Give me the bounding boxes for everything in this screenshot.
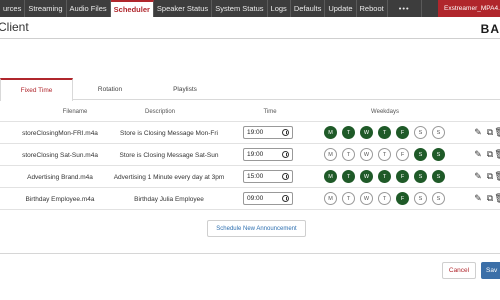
table-row: Advertising Brand.m4a Advertising 1 Minut… [0,165,500,187]
page-title: Client [0,20,29,34]
nav-update[interactable]: Update [325,0,357,17]
description-cell: Advertising 1 Minute every day at 3pm [113,173,225,181]
table-row: Birthday Employee.m4a Birthday Julia Empl… [0,187,500,209]
time-value: 19:00 [247,151,264,158]
weekday-toggle[interactable]: S [432,126,445,139]
weekday-toggle[interactable]: W [360,126,373,139]
nav-defaults[interactable]: Defaults [291,0,326,17]
column-header-weekdays: Weekdays [371,109,399,115]
description-cell: Birthday Julia Employee [134,195,204,203]
copy-icon[interactable]: ⧉ [486,171,494,182]
nav-sources[interactable]: urces [0,0,26,17]
time-input[interactable]: 19:00 [243,126,293,139]
nav-scheduler[interactable]: Scheduler [110,0,154,17]
weekday-toggle[interactable]: T [378,126,391,139]
tab-rotation[interactable]: Rotation [73,78,147,100]
weekday-toggle[interactable]: F [396,192,409,205]
weekday-toggle[interactable]: S [432,192,445,205]
weekday-toggle[interactable]: S [432,170,445,183]
weekday-toggle[interactable]: T [342,170,355,183]
table-bottom-divider [0,209,500,210]
table-row: storeClosingMon-FRI.m4a Store is Closing … [0,121,500,143]
nav-system-status[interactable]: System Status [212,0,268,17]
clock-icon[interactable] [282,195,289,202]
edit-icon[interactable]: ✎ [474,193,482,204]
top-nav: urces Streaming Audio Files Scheduler Sp… [0,0,500,17]
clock-icon[interactable] [282,151,289,158]
weekday-toggle[interactable]: M [324,192,337,205]
column-header-description: Description [144,109,175,115]
weekday-toggle[interactable]: T [342,192,355,205]
weekday-toggle[interactable]: M [324,170,337,183]
device-name-menu[interactable]: Exstreamer_MPA4... [438,0,500,17]
time-value: 19:00 [247,129,264,136]
edit-icon[interactable]: ✎ [474,127,482,138]
trash-icon[interactable]: 🗑 [494,171,500,182]
weekday-toggle[interactable]: S [414,170,427,183]
save-button[interactable]: Sav [481,262,500,279]
time-input[interactable]: 15:00 [243,170,293,183]
weekday-toggle[interactable]: S [432,148,445,161]
copy-icon[interactable]: ⧉ [486,149,494,160]
weekday-toggle[interactable]: F [396,148,409,161]
time-value: 15:00 [247,173,264,180]
more-menu-icon[interactable]: ••• [388,0,422,17]
time-input[interactable]: 09:00 [243,192,293,205]
copy-icon[interactable]: ⧉ [486,127,494,138]
weekday-toggle[interactable]: M [324,126,337,139]
weekday-toggle[interactable]: W [360,170,373,183]
nav-streaming[interactable]: Streaming [25,0,67,17]
trash-icon[interactable]: 🗑 [494,149,500,160]
footer-divider [0,253,500,254]
weekday-toggle[interactable]: S [414,126,427,139]
nav-reboot[interactable]: Reboot [357,0,388,17]
weekday-toggle[interactable]: F [396,170,409,183]
weekday-toggle[interactable]: T [378,192,391,205]
nav-audio-files[interactable]: Audio Files [67,0,111,17]
nav-logs[interactable]: Logs [268,0,291,17]
weekday-toggle[interactable]: S [414,192,427,205]
tab-playlists[interactable]: Playlists [147,78,223,100]
time-input[interactable]: 19:00 [243,148,293,161]
edit-icon[interactable]: ✎ [474,171,482,182]
filename-cell: Advertising Brand.m4a [27,173,93,181]
description-cell: Store is Closing Message Sat-Sun [119,151,219,159]
trash-icon[interactable]: 🗑 [494,193,500,204]
table-row: storeClosing Sat-Sun.m4a Store is Closing… [0,143,500,165]
scheduler-tabs: Fixed Time Rotation Playlists [0,78,500,101]
time-value: 09:00 [247,195,264,202]
clock-icon[interactable] [282,173,289,180]
nav-speaker-status[interactable]: Speaker Status [154,0,213,17]
clock-icon[interactable] [282,129,289,136]
weekday-toggle[interactable]: T [342,126,355,139]
weekday-toggle[interactable]: M [324,148,337,161]
copy-icon[interactable]: ⧉ [486,193,494,204]
weekday-toggle[interactable]: T [342,148,355,161]
page-header: Client BA [0,17,500,39]
filename-cell: storeClosingMon-FRI.m4a [22,129,98,137]
filename-cell: Birthday Employee.m4a [25,195,95,203]
weekday-toggle[interactable]: W [360,192,373,205]
column-header-time: Time [263,109,277,115]
weekday-toggle[interactable]: T [378,170,391,183]
weekday-toggle[interactable]: W [360,148,373,161]
column-header-filename: Filename [62,109,88,115]
schedule-new-announcement-button[interactable]: Schedule New Announcement [207,220,306,237]
weekday-toggle[interactable]: T [378,148,391,161]
description-cell: Store is Closing Message Mon-Fri [120,129,218,137]
tab-fixed-time[interactable]: Fixed Time [0,78,73,101]
trash-icon[interactable]: 🗑 [494,127,500,138]
edit-icon[interactable]: ✎ [474,149,482,160]
weekday-toggle[interactable]: S [414,148,427,161]
scheduler-page: urces Streaming Audio Files Scheduler Sp… [0,0,500,300]
cancel-button[interactable]: Cancel [442,262,476,279]
brand-logo: BA [480,22,500,36]
filename-cell: storeClosing Sat-Sun.m4a [22,151,98,159]
weekday-toggle[interactable]: F [396,126,409,139]
